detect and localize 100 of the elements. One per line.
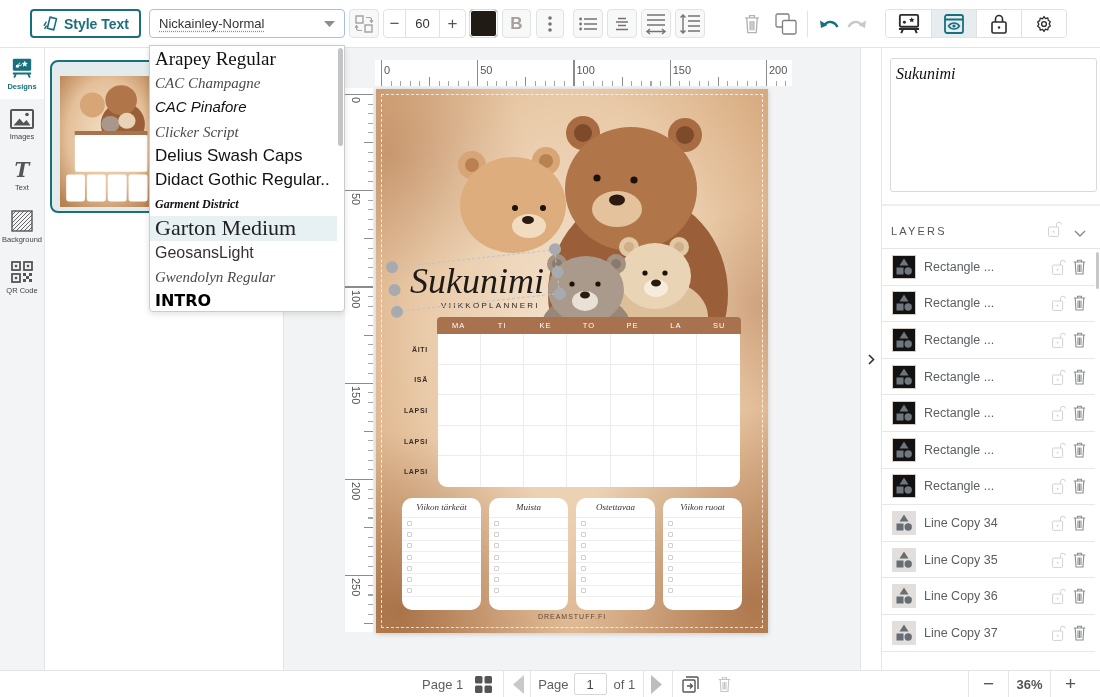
trash-icon[interactable] (1073, 405, 1086, 422)
qr-code-icon (11, 260, 33, 283)
more-options-button[interactable] (536, 9, 564, 38)
trash-icon[interactable] (744, 13, 760, 34)
unlock-icon[interactable] (1052, 295, 1066, 312)
decrease-size-button[interactable]: − (383, 9, 406, 38)
layer-row[interactable]: Line Copy 36 (882, 578, 1095, 615)
unlock-icon[interactable] (1052, 405, 1066, 422)
unlock-icon[interactable] (1052, 258, 1066, 275)
trash-icon[interactable] (1073, 624, 1086, 641)
unlock-icon[interactable] (1048, 221, 1062, 237)
preview-button[interactable] (931, 10, 976, 37)
unlock-icon[interactable] (1052, 441, 1066, 458)
font-option[interactable]: GeosansLight (150, 240, 337, 265)
ruler-label: 0 (384, 64, 391, 76)
trash-icon[interactable] (1073, 588, 1086, 605)
increase-size-button[interactable]: + (439, 9, 466, 38)
align-center-button[interactable] (607, 9, 637, 38)
trash-icon[interactable] (1073, 478, 1086, 495)
layer-row[interactable]: Rectangle ... (882, 285, 1095, 323)
bullet-list-button[interactable] (573, 9, 603, 38)
scrollbar[interactable] (1096, 252, 1099, 289)
text-content-field[interactable]: Sukunimi (890, 58, 1097, 192)
layer-name: Line Copy 34 (924, 515, 999, 530)
shapes-icon (892, 364, 916, 389)
copy-page-icon[interactable] (682, 675, 700, 693)
trash-icon[interactable] (1073, 441, 1086, 458)
trash-icon[interactable] (1073, 258, 1086, 275)
hatch-pattern-icon (11, 209, 33, 232)
shapes-icon (892, 547, 916, 572)
list-title: Ostettavaa (596, 502, 635, 513)
settings-button[interactable] (1021, 10, 1066, 37)
unlock-icon[interactable] (1052, 624, 1066, 641)
resize-handle[interactable] (385, 260, 399, 274)
grid-icon[interactable] (475, 675, 493, 693)
font-option[interactable]: Delius Swash Caps (150, 143, 337, 168)
resize-handle[interactable] (387, 282, 402, 297)
trash-icon[interactable] (1073, 514, 1086, 531)
font-option[interactable]: Didact Gothic Regular.. (150, 167, 337, 193)
page-number-field[interactable]: 1 (573, 673, 607, 695)
font-option[interactable]: CAC Pinafore (150, 95, 337, 120)
shapes-icon (892, 474, 916, 499)
font-select[interactable]: Nickainley-Normal (149, 9, 345, 38)
resize-handle[interactable] (390, 305, 404, 319)
font-option[interactable]: Gwendolyn Regular (150, 264, 337, 289)
duplicate-icon[interactable] (775, 12, 797, 35)
trash-icon[interactable] (718, 675, 732, 693)
line-height-button[interactable] (675, 9, 705, 38)
layer-row[interactable]: Rectangle ... (882, 468, 1095, 506)
translate-button[interactable] (349, 9, 379, 38)
font-option[interactable]: CAC Champagne (150, 71, 337, 96)
layer-row[interactable]: Line Copy 35 (882, 541, 1095, 579)
eye-icon (944, 13, 964, 34)
resize-handle[interactable] (548, 242, 562, 256)
page-title[interactable]: Sukunimi (410, 261, 544, 301)
easel-icon (11, 56, 33, 79)
unlock-icon[interactable] (1052, 332, 1066, 348)
ruler-label: 150 (350, 385, 362, 405)
chevron-right-icon[interactable] (867, 353, 875, 365)
layer-row[interactable]: Rectangle ... (882, 395, 1095, 432)
chevron-down-icon[interactable] (1074, 230, 1086, 237)
font-option[interactable]: Arapey Regular (150, 47, 337, 72)
previous-icon[interactable] (513, 674, 525, 694)
ruler-label: 150 (672, 64, 692, 76)
unlock-icon[interactable] (1052, 588, 1066, 605)
style-text-button[interactable]: Style Text (30, 9, 141, 38)
trash-icon[interactable] (1073, 368, 1086, 385)
text-icon: T (14, 159, 30, 180)
shapes-icon (892, 401, 916, 426)
layer-row[interactable]: Line Copy 37 (882, 614, 1095, 652)
easel-icon (897, 12, 920, 35)
scrollbar[interactable] (338, 48, 343, 146)
layer-row[interactable]: Rectangle ... (882, 249, 1095, 286)
line-height-icon (679, 12, 701, 35)
translate-icon (354, 13, 374, 34)
resize-handle[interactable] (550, 264, 565, 279)
font-option[interactable]: INTRO (150, 288, 337, 314)
layer-name: Rectangle ... (924, 333, 996, 347)
trash-icon[interactable] (1073, 551, 1086, 568)
trash-icon[interactable] (1073, 295, 1086, 312)
unlock-icon[interactable] (1052, 551, 1066, 568)
layer-row[interactable]: Line Copy 34 (882, 505, 1095, 542)
list-title: Viikon tärkeät (416, 502, 467, 513)
font-size-field[interactable]: 60 (405, 9, 440, 38)
unlock-icon[interactable] (1052, 368, 1066, 385)
trash-icon[interactable] (1073, 332, 1086, 348)
page-label: Page 1 (422, 676, 464, 692)
shapes-icon (892, 254, 916, 279)
text-color-swatch[interactable] (469, 9, 498, 38)
layer-row[interactable]: Rectangle ... (882, 322, 1095, 359)
font-option[interactable]: Garton Medium (150, 216, 337, 241)
font-option[interactable]: Clicker Script (150, 119, 337, 144)
next-icon[interactable] (651, 674, 663, 694)
layer-row[interactable]: Rectangle ... (882, 431, 1095, 469)
unlock-icon[interactable] (1052, 514, 1066, 531)
layers-heading: LAYERS (891, 225, 948, 237)
layer-row[interactable]: Rectangle ... (882, 358, 1095, 396)
font-option[interactable]: Garment District (150, 192, 337, 217)
letter-spacing-button[interactable] (641, 9, 671, 38)
unlock-icon[interactable] (1052, 478, 1066, 495)
